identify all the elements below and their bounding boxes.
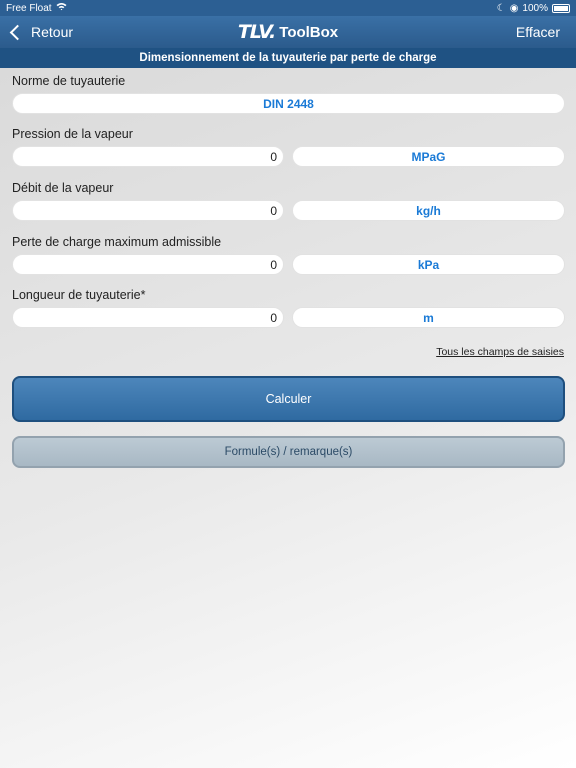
pipe-length-label: Longueur de tuyauterie* xyxy=(12,288,146,302)
max-pressure-loss-unit-select[interactable]: kPa xyxy=(292,254,565,275)
pipe-norm-select[interactable]: DIN 2448 xyxy=(12,93,565,114)
pipe-length-unit-select[interactable]: m xyxy=(292,307,565,328)
steam-pressure-input[interactable]: 0 xyxy=(12,146,284,167)
nav-bar: Retour TLV. ToolBox Effacer xyxy=(0,16,576,48)
page-title: Dimensionnement de la tuyauterie par per… xyxy=(0,48,576,68)
steam-pressure-unit-select[interactable]: MPaG xyxy=(292,146,565,167)
moon-icon: ☾ xyxy=(496,2,506,14)
orientation-lock-icon: ◉ xyxy=(509,2,519,14)
pipe-norm-label: Norme de tuyauterie xyxy=(12,74,126,88)
wifi-icon xyxy=(56,2,67,14)
pipe-length-input[interactable]: 0 xyxy=(12,307,284,328)
battery-percent: 100% xyxy=(522,2,548,14)
max-pressure-loss-input[interactable]: 0 xyxy=(12,254,284,275)
logo-tlv: TLV. xyxy=(237,21,276,43)
calculate-button[interactable]: Calculer xyxy=(12,376,565,422)
steam-pressure-label: Pression de la vapeur xyxy=(12,127,133,141)
carrier-label: Free Float xyxy=(6,2,52,14)
clear-button[interactable]: Effacer xyxy=(516,16,560,48)
logo-toolbox: ToolBox xyxy=(279,23,339,41)
steam-flow-unit-select[interactable]: kg/h xyxy=(292,200,565,221)
all-fields-link[interactable]: Tous les champs de saisies xyxy=(436,346,564,358)
steam-flow-input[interactable]: 0 xyxy=(12,200,284,221)
battery-icon xyxy=(552,3,570,13)
max-pressure-loss-label: Perte de charge maximum admissible xyxy=(12,235,222,249)
steam-flow-label: Débit de la vapeur xyxy=(12,181,114,195)
formulas-button[interactable]: Formule(s) / remarque(s) xyxy=(12,436,565,468)
status-bar: Free Float ☾ ◉ 100% xyxy=(0,0,576,16)
app-logo: TLV. ToolBox xyxy=(0,16,576,48)
